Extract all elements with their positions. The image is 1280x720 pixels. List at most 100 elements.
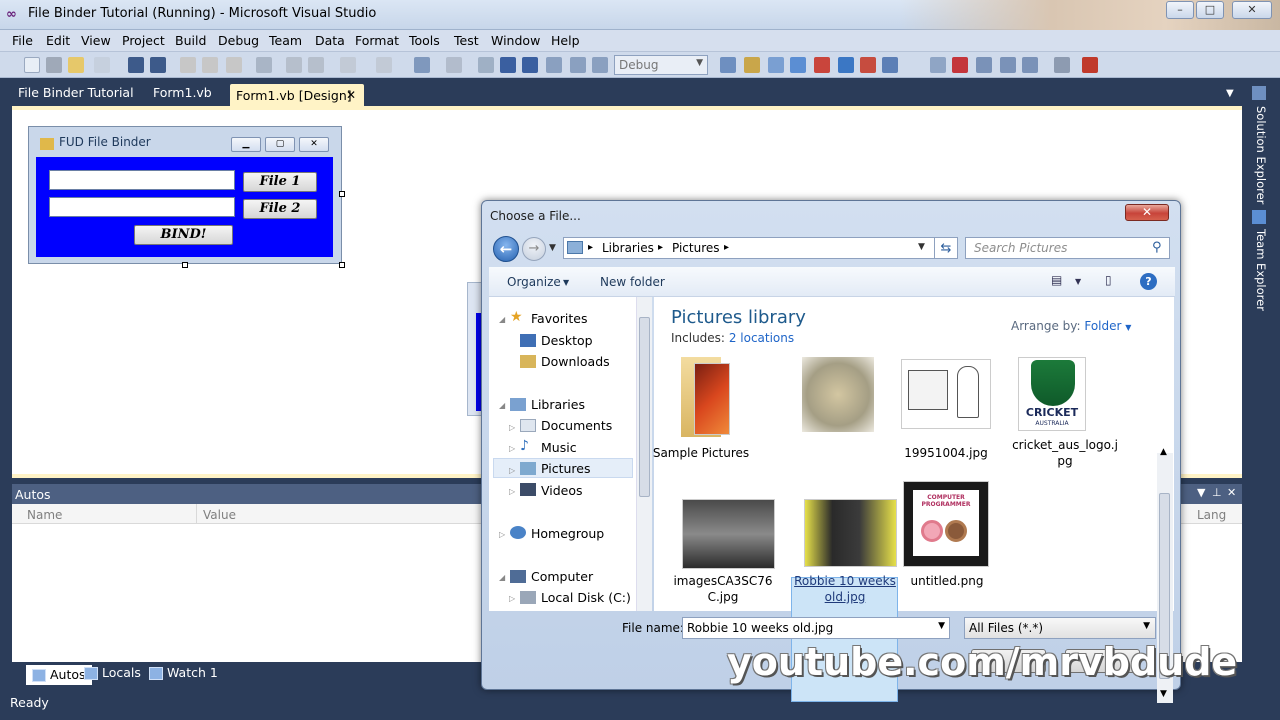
file1-textbox[interactable] — [49, 170, 235, 190]
address-dropdown-icon[interactable]: ▼ — [918, 242, 925, 252]
expand-libraries-icon[interactable]: ◢ — [499, 401, 505, 410]
scroll-up-icon[interactable]: ▲ — [1160, 447, 1167, 457]
spacing-icon[interactable] — [1000, 57, 1016, 73]
file-sample-pictures[interactable]: Sample Pictures — [646, 445, 756, 461]
maximize-button[interactable]: □ — [1196, 1, 1224, 19]
tab-order-icon[interactable] — [1082, 57, 1098, 73]
resize-handle-bottom[interactable] — [182, 262, 188, 268]
file2-textbox[interactable] — [49, 197, 235, 217]
data-sources-icon[interactable] — [882, 57, 898, 73]
expand-pictures-icon[interactable]: ▷ — [509, 466, 515, 475]
imagesca3sc76c-thumbnail[interactable] — [682, 499, 775, 569]
navigate-backward-icon[interactable] — [414, 57, 430, 73]
pin-icon[interactable]: ⊥ — [1212, 486, 1222, 499]
menu-test[interactable]: Test — [454, 33, 479, 48]
nav-computer[interactable]: Computer — [531, 569, 593, 584]
blurred-image-thumbnail[interactable] — [802, 357, 874, 432]
file-type-filter[interactable]: All Files (*.*) ▼ — [964, 617, 1156, 639]
address-bar[interactable]: ▸ Libraries ▸ Pictures ▸ ▼ — [563, 237, 958, 259]
file2-button[interactable]: File 2 — [243, 199, 317, 219]
solution-configuration-combo[interactable]: Debug ▼ — [614, 55, 708, 75]
nav-local-disk[interactable]: Local Disk (C:) — [541, 590, 631, 605]
file-untitled[interactable]: untitled.png — [892, 573, 1002, 589]
redo-icon[interactable] — [376, 57, 392, 73]
filename-input[interactable]: Robbie 10 weeks old.jpg ▼ — [682, 617, 950, 639]
stop-debugging-icon[interactable] — [522, 57, 538, 73]
file-robbie[interactable]: Robbie 10 weeks old.jpg — [790, 573, 900, 605]
size-icon[interactable] — [976, 57, 992, 73]
add-item-icon[interactable] — [46, 57, 62, 73]
designed-form[interactable]: FUD File Binder ▁ ▢ ✕ File 1 File 2 BIND… — [28, 126, 342, 264]
paste-icon[interactable] — [226, 57, 242, 73]
panel-dropdown-icon[interactable]: ▼ — [1197, 486, 1205, 499]
file-imagesca3sc76c[interactable]: imagesCA3SC76 C.jpg — [668, 573, 778, 605]
column-language[interactable]: Lang — [1197, 508, 1226, 522]
file-cricket-aus-logo[interactable]: cricket_aus_logo.j pg — [1010, 437, 1120, 469]
nav-music[interactable]: Music — [541, 440, 577, 455]
forward-arrow-icon[interactable]: → — [522, 237, 546, 261]
expand-homegroup-icon[interactable]: ▷ — [499, 530, 505, 539]
recent-pages-chevron-icon[interactable]: ▼ — [549, 243, 556, 253]
19951004-thumbnail[interactable] — [901, 359, 991, 429]
menu-tools[interactable]: Tools — [409, 33, 440, 48]
dialog-close-button[interactable]: ✕ — [1125, 204, 1169, 221]
change-view-icon[interactable]: ▤ — [1051, 273, 1062, 287]
menu-view[interactable]: View — [81, 33, 111, 48]
menu-help[interactable]: Help — [551, 33, 580, 48]
tab-watch1[interactable]: Watch 1 — [147, 665, 218, 685]
solution-explorer-icon[interactable] — [720, 57, 736, 73]
organize-chevron-icon[interactable]: ▼ — [563, 278, 569, 287]
menu-team[interactable]: Team — [269, 33, 302, 48]
open-folder-icon[interactable] — [68, 57, 84, 73]
untitled-thumbnail[interactable]: COMPUTER PROGRAMMER — [903, 481, 989, 567]
menu-project[interactable]: Project — [122, 33, 165, 48]
server-explorer-icon[interactable] — [860, 57, 876, 73]
nav-pictures[interactable]: Pictures — [541, 461, 591, 476]
lock-controls-icon[interactable] — [1054, 57, 1070, 73]
filename-history-chevron-icon[interactable]: ▼ — [938, 621, 945, 631]
expand-computer-icon[interactable]: ◢ — [499, 573, 505, 582]
panel-close-icon[interactable]: ✕ — [1227, 486, 1236, 499]
tab-form1-design[interactable]: Form1.vb [Design] ✕ — [230, 84, 364, 106]
view-options-chevron-icon[interactable]: ▼ — [1075, 277, 1081, 286]
start-debugging-icon[interactable] — [478, 57, 494, 73]
object-browser-icon[interactable] — [768, 57, 784, 73]
find-icon[interactable] — [256, 57, 272, 73]
expand-music-icon[interactable]: ▷ — [509, 444, 515, 453]
menu-debug[interactable]: Debug — [218, 33, 259, 48]
column-name[interactable]: Name — [27, 508, 62, 522]
tab-file-binder-tutorial[interactable]: File Binder Tutorial — [18, 85, 134, 100]
step-over-icon[interactable] — [570, 57, 586, 73]
breadcrumb-separator-icon[interactable]: ▸ — [658, 242, 663, 253]
layout-icon[interactable] — [952, 57, 968, 73]
search-icon[interactable]: ⚲ — [1152, 240, 1162, 255]
toolbox-icon[interactable] — [790, 57, 806, 73]
nav-favorites[interactable]: Favorites — [531, 311, 587, 326]
save-all-icon[interactable] — [150, 57, 166, 73]
expand-videos-icon[interactable]: ▷ — [509, 487, 515, 496]
break-all-icon[interactable] — [500, 57, 516, 73]
step-out-icon[interactable] — [592, 57, 608, 73]
properties-icon[interactable] — [744, 57, 760, 73]
menu-window[interactable]: Window — [491, 33, 540, 48]
tab-list-chevron-icon[interactable]: ▼ — [1226, 88, 1234, 99]
bind-button[interactable]: BIND! — [134, 225, 233, 245]
save-icon[interactable] — [128, 57, 144, 73]
uncomment-icon[interactable] — [308, 57, 324, 73]
includes-locations-link[interactable]: 2 locations — [729, 331, 794, 345]
nav-scroll-thumb[interactable] — [639, 317, 650, 497]
file1-button[interactable]: File 1 — [243, 172, 317, 192]
breadcrumb-separator-icon[interactable]: ▸ — [724, 242, 729, 253]
nav-desktop[interactable]: Desktop — [541, 333, 593, 348]
nav-libraries[interactable]: Libraries — [531, 397, 585, 412]
expand-favorites-icon[interactable]: ◢ — [499, 315, 505, 324]
menu-build[interactable]: Build — [175, 33, 206, 48]
nav-downloads[interactable]: Downloads — [541, 354, 610, 369]
scroll-down-icon[interactable]: ▼ — [1160, 689, 1167, 699]
sample-pictures-thumbnail[interactable] — [694, 363, 730, 435]
comment-icon[interactable] — [286, 57, 302, 73]
menu-file[interactable]: File — [12, 33, 33, 48]
new-folder-button[interactable]: New folder — [600, 275, 665, 289]
resize-handle-corner[interactable] — [339, 262, 345, 268]
file-19951004[interactable]: 19951004.jpg — [891, 445, 1001, 461]
